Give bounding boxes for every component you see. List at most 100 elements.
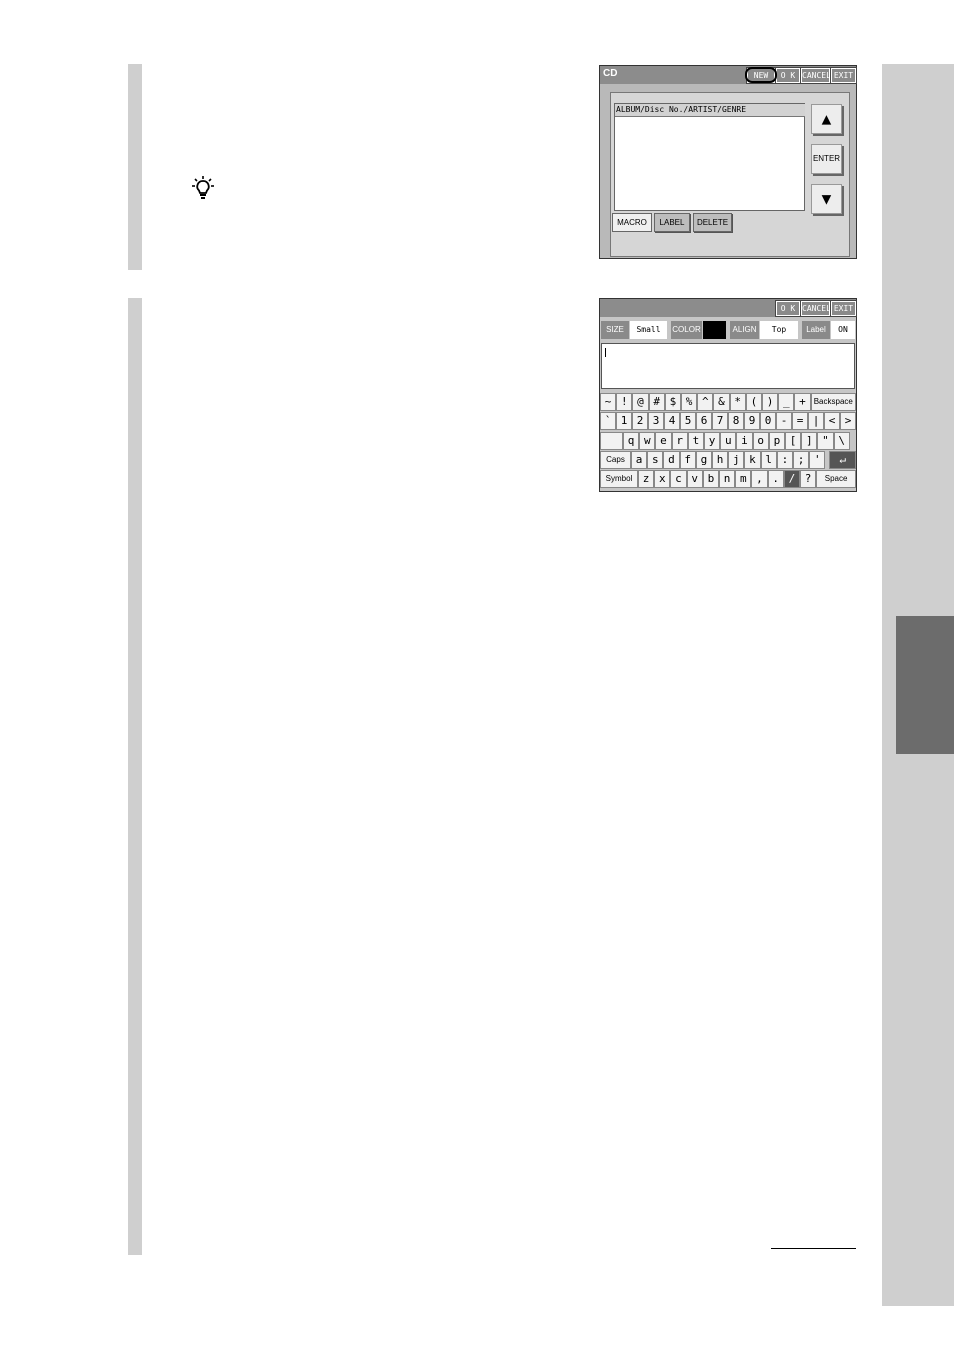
- key-row2-4[interactable]: 4: [664, 412, 680, 430]
- key-row5-0[interactable]: z: [638, 470, 655, 488]
- key-row4-0[interactable]: a: [631, 451, 648, 469]
- key-row3-2[interactable]: e: [655, 432, 672, 450]
- key-row5-9[interactable]: /: [783, 470, 800, 488]
- size-label: SIZE: [601, 321, 629, 339]
- key-row4-7[interactable]: k: [744, 451, 761, 469]
- key-row2-3[interactable]: 3: [648, 412, 664, 430]
- key-row4-5[interactable]: h: [712, 451, 729, 469]
- key-row1-1[interactable]: !: [616, 393, 633, 411]
- key-row5_start[interactable]: Symbol: [600, 470, 638, 488]
- key-row3-1[interactable]: w: [639, 432, 656, 450]
- key-row2-14[interactable]: <: [824, 412, 840, 430]
- key-row5-7[interactable]: ,: [751, 470, 768, 488]
- text-cursor: [605, 348, 606, 357]
- left-margin-bar-bottom: [128, 298, 142, 1255]
- key-row1-2[interactable]: @: [632, 393, 649, 411]
- key-row2-8[interactable]: 8: [728, 412, 744, 430]
- key-row5_end[interactable]: Space: [816, 470, 856, 488]
- key-row4-8[interactable]: l: [760, 451, 777, 469]
- key-row1-12[interactable]: +: [794, 393, 811, 411]
- key-row1-5[interactable]: %: [681, 393, 698, 411]
- key-row4-1[interactable]: s: [647, 451, 664, 469]
- key-row4_end[interactable]: ↵: [829, 451, 856, 469]
- key-row2-11[interactable]: -: [776, 412, 792, 430]
- key-row3-9[interactable]: p: [768, 432, 785, 450]
- key-row1-10[interactable]: ): [762, 393, 779, 411]
- key-row3-13[interactable]: \: [833, 432, 850, 450]
- exit-button[interactable]: EXIT: [830, 67, 857, 84]
- key-row4-2[interactable]: d: [663, 451, 680, 469]
- key-row4-11[interactable]: ': [809, 451, 826, 469]
- enter-button[interactable]: ENTER: [811, 144, 842, 174]
- key-row2-5[interactable]: 5: [680, 412, 696, 430]
- color-swatch[interactable]: [703, 321, 726, 339]
- key-row1-6[interactable]: ^: [697, 393, 714, 411]
- key-row1-9[interactable]: (: [745, 393, 762, 411]
- key-row5-2[interactable]: c: [670, 470, 687, 488]
- key-row1-11[interactable]: _: [778, 393, 795, 411]
- key-row2-10[interactable]: 0: [760, 412, 776, 430]
- key-row2-7[interactable]: 7: [712, 412, 728, 430]
- key-row3-7[interactable]: i: [736, 432, 753, 450]
- key-row1-8[interactable]: *: [729, 393, 746, 411]
- label-edit-screen: O K CANCEL EXIT SIZE Small COLOR ALIGN T…: [599, 298, 857, 492]
- exit-button[interactable]: EXIT: [830, 300, 857, 317]
- key-row5-1[interactable]: x: [654, 470, 671, 488]
- macro-list[interactable]: ALBUM/Disc No./ARTIST/GENRE: [614, 103, 805, 211]
- key-row1-7[interactable]: &: [713, 393, 730, 411]
- cancel-button[interactable]: CANCEL: [800, 67, 831, 84]
- key-row2-13[interactable]: |: [808, 412, 824, 430]
- keyboard-row-3: q w e r t y u i o p[] " \: [600, 432, 856, 451]
- key-row1-4[interactable]: $: [664, 393, 681, 411]
- label-text-input[interactable]: [601, 343, 855, 389]
- key-row5-3[interactable]: v: [686, 470, 703, 488]
- tab-label[interactable]: LABEL: [654, 213, 690, 232]
- screen1-panel: ALBUM/Disc No./ARTIST/GENRE ▲ ENTER ▼ MA…: [610, 92, 850, 257]
- key-row2-6[interactable]: 6: [696, 412, 712, 430]
- key-row3-8[interactable]: o: [752, 432, 769, 450]
- key-row3-5[interactable]: y: [704, 432, 721, 450]
- key-row1-3[interactable]: #: [648, 393, 665, 411]
- align-value[interactable]: Top left: [760, 321, 798, 352]
- key-row4-3[interactable]: f: [679, 451, 696, 469]
- key-row1_end[interactable]: Backspace: [810, 393, 856, 411]
- ok-button[interactable]: O K: [775, 67, 801, 84]
- key-row5-10[interactable]: ?: [800, 470, 817, 488]
- key-row4-4[interactable]: g: [695, 451, 712, 469]
- key-row5-8[interactable]: .: [767, 470, 784, 488]
- key-row3-10[interactable]: [: [785, 432, 802, 450]
- ok-button[interactable]: O K: [775, 300, 801, 317]
- key-row3-11[interactable]: ]: [801, 432, 818, 450]
- key-row4-9[interactable]: :: [776, 451, 793, 469]
- key-row4_start[interactable]: Caps Lock: [600, 451, 631, 480]
- label-toggle-value[interactable]: ON: [831, 321, 855, 339]
- key-row2-2[interactable]: 2: [632, 412, 648, 430]
- key-row2-12[interactable]: =: [792, 412, 808, 430]
- keyboard-row-4: Caps Lockasdfghjkl:;'↵: [600, 451, 856, 480]
- key-row2-1[interactable]: 1: [616, 412, 632, 430]
- screen2-title-bar: O K CANCEL EXIT: [600, 299, 857, 317]
- key-row4-10[interactable]: ;: [793, 451, 810, 469]
- lightbulb-icon: [192, 176, 214, 199]
- scroll-up-button[interactable]: ▲: [811, 104, 842, 134]
- key-row3-3[interactable]: r: [671, 432, 688, 450]
- key-row5-5[interactable]: n: [719, 470, 736, 488]
- key-row4-6[interactable]: j: [728, 451, 745, 469]
- size-value[interactable]: Small: [630, 321, 667, 339]
- key-row5-4[interactable]: b: [702, 470, 719, 488]
- tab-delete[interactable]: DELETE: [693, 213, 732, 232]
- key-row3-0[interactable]: q: [623, 432, 640, 450]
- screen1-title-bar: CD NEW O K CANCEL EXIT: [600, 66, 857, 84]
- key-row2-9[interactable]: 9: [744, 412, 760, 430]
- key-row2-0[interactable]: `: [600, 412, 616, 430]
- new-button-highlight: [745, 67, 777, 83]
- key-row1-0[interactable]: ~: [600, 393, 617, 411]
- key-row3-4[interactable]: t: [687, 432, 704, 450]
- key-row2-15[interactable]: >: [840, 412, 856, 430]
- tab-macro[interactable]: MACRO: [612, 213, 652, 232]
- key-row3-12[interactable]: ": [817, 432, 834, 450]
- key-row5-6[interactable]: m: [735, 470, 752, 488]
- scroll-down-button[interactable]: ▼: [811, 184, 842, 214]
- cancel-button[interactable]: CANCEL: [800, 300, 831, 317]
- key-row3-6[interactable]: u: [720, 432, 737, 450]
